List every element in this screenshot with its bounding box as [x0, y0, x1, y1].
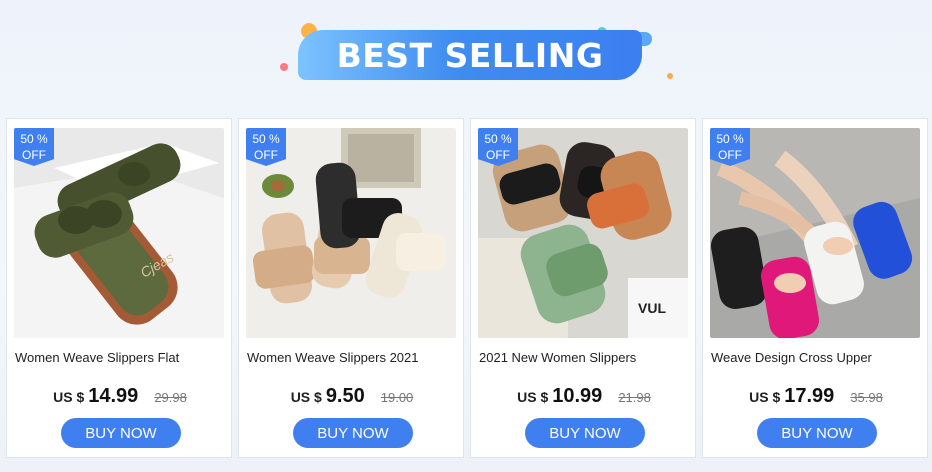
decor-dot — [280, 63, 288, 71]
product-image[interactable]: Cjeas 50 % OFF — [14, 128, 224, 338]
original-price: 21.98 — [618, 390, 651, 405]
discount-percent: 50 % — [716, 132, 744, 146]
product-image[interactable]: VUL 50 % OFF — [478, 128, 688, 338]
price-row: US $14.99 29.98 — [7, 385, 233, 408]
buy-now-button[interactable]: BUY NOW — [61, 418, 181, 448]
buy-now-button[interactable]: BUY NOW — [293, 418, 413, 448]
banner-pill: BEST SELLING — [298, 30, 642, 80]
svg-text:VUL: VUL — [638, 300, 666, 316]
product-grid: Cjeas 50 % OFF Women Weave Slippers Flat… — [0, 118, 932, 460]
discount-badge: 50 % OFF — [478, 128, 518, 166]
sale-price: 10.99 — [552, 385, 603, 407]
product-title[interactable]: Women Weave Slippers Flat — [15, 350, 225, 365]
sale-price: 17.99 — [784, 385, 835, 407]
currency-label: US $ — [290, 389, 322, 405]
product-image[interactable]: 50 % OFF — [246, 128, 456, 338]
sale-price: 9.50 — [325, 385, 365, 407]
discount-off-label: OFF — [718, 148, 742, 162]
decor-dot — [667, 73, 673, 79]
currency-label: US $ — [53, 389, 85, 405]
discount-off-label: OFF — [486, 148, 510, 162]
original-price: 19.00 — [380, 390, 414, 405]
discount-badge: 50 % OFF — [246, 128, 286, 166]
currency-label: US $ — [517, 389, 549, 405]
product-card[interactable]: 50 % OFF Weave Design Cross Upper US $17… — [702, 118, 928, 458]
price-row: US $10.99 21.98 — [471, 385, 697, 408]
original-price: 29.98 — [154, 390, 187, 405]
product-title[interactable]: Weave Design Cross Upper — [711, 350, 921, 365]
discount-percent: 50 % — [20, 132, 48, 146]
product-card[interactable]: 50 % OFF Women Weave Slippers 2021 US $9… — [238, 118, 464, 458]
product-title[interactable]: 2021 New Women Slippers — [479, 350, 689, 365]
discount-off-label: OFF — [22, 148, 46, 162]
buy-now-button[interactable]: BUY NOW — [525, 418, 645, 448]
original-price: 35.98 — [850, 390, 883, 405]
currency-label: US $ — [749, 389, 781, 405]
discount-percent: 50 % — [484, 132, 512, 146]
sale-price: 14.99 — [88, 385, 139, 407]
price-row: US $9.50 19.00 — [239, 385, 465, 408]
best-selling-banner: BEST SELLING — [0, 0, 932, 110]
price-row: US $17.99 35.98 — [703, 385, 929, 408]
discount-off-label: OFF — [254, 148, 278, 162]
product-image[interactable]: 50 % OFF — [710, 128, 920, 338]
discount-badge: 50 % OFF — [710, 128, 750, 166]
product-title[interactable]: Women Weave Slippers 2021 — [247, 350, 457, 365]
product-card[interactable]: Cjeas 50 % OFF Women Weave Slippers Flat… — [6, 118, 232, 458]
buy-now-button[interactable]: BUY NOW — [757, 418, 877, 448]
page-title: BEST SELLING — [336, 35, 604, 75]
product-card[interactable]: VUL 50 % OFF 2021 New Women Slippers US … — [470, 118, 696, 458]
discount-percent: 50 % — [252, 132, 280, 146]
discount-badge: 50 % OFF — [14, 128, 54, 166]
